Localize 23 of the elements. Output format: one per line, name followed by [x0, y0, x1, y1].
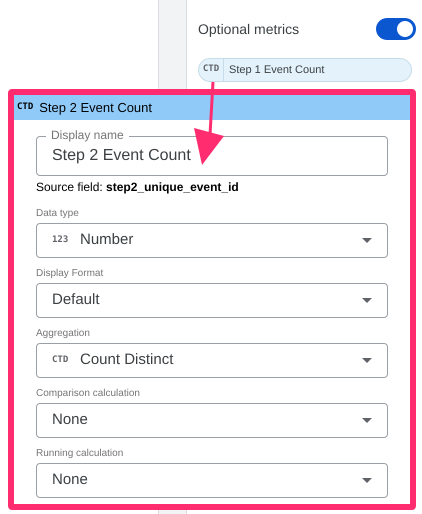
dropdown-arrow-icon	[362, 418, 372, 423]
dropdown-arrow-icon	[362, 478, 372, 483]
field-label: Data type	[36, 208, 80, 220]
dropdown[interactable]: 123 Number	[36, 223, 388, 258]
chip-label: Step 1 Event Count	[228, 62, 324, 78]
editor-title: Step 2 Event Count	[39, 98, 152, 117]
aggregation-code-label: CTD	[199, 59, 224, 81]
field-label: Display Format	[36, 268, 104, 280]
field-label: Running calculation	[36, 448, 124, 460]
dropdown[interactable]: None	[36, 463, 388, 498]
source-field-text: Source field: step2_unique_event_id	[36, 179, 240, 196]
aggregation-code-label: CTD	[17, 100, 34, 114]
dropdown-arrow-icon	[362, 298, 372, 303]
optional-metrics-toggle[interactable]	[376, 18, 416, 40]
dropdown[interactable]: Default	[36, 283, 388, 318]
dropdown[interactable]: CTD Count Distinct	[36, 343, 388, 378]
dropdown-arrow-icon	[362, 238, 372, 243]
field-label: Aggregation	[36, 328, 91, 340]
dropdown-arrow-icon	[362, 358, 372, 363]
optional-metrics-label: Optional metrics	[198, 20, 300, 39]
metric-chip[interactable]: CTD Step 1 Event Count	[198, 58, 412, 82]
dropdown[interactable]: None	[36, 403, 388, 438]
field-label: Comparison calculation	[36, 388, 141, 400]
